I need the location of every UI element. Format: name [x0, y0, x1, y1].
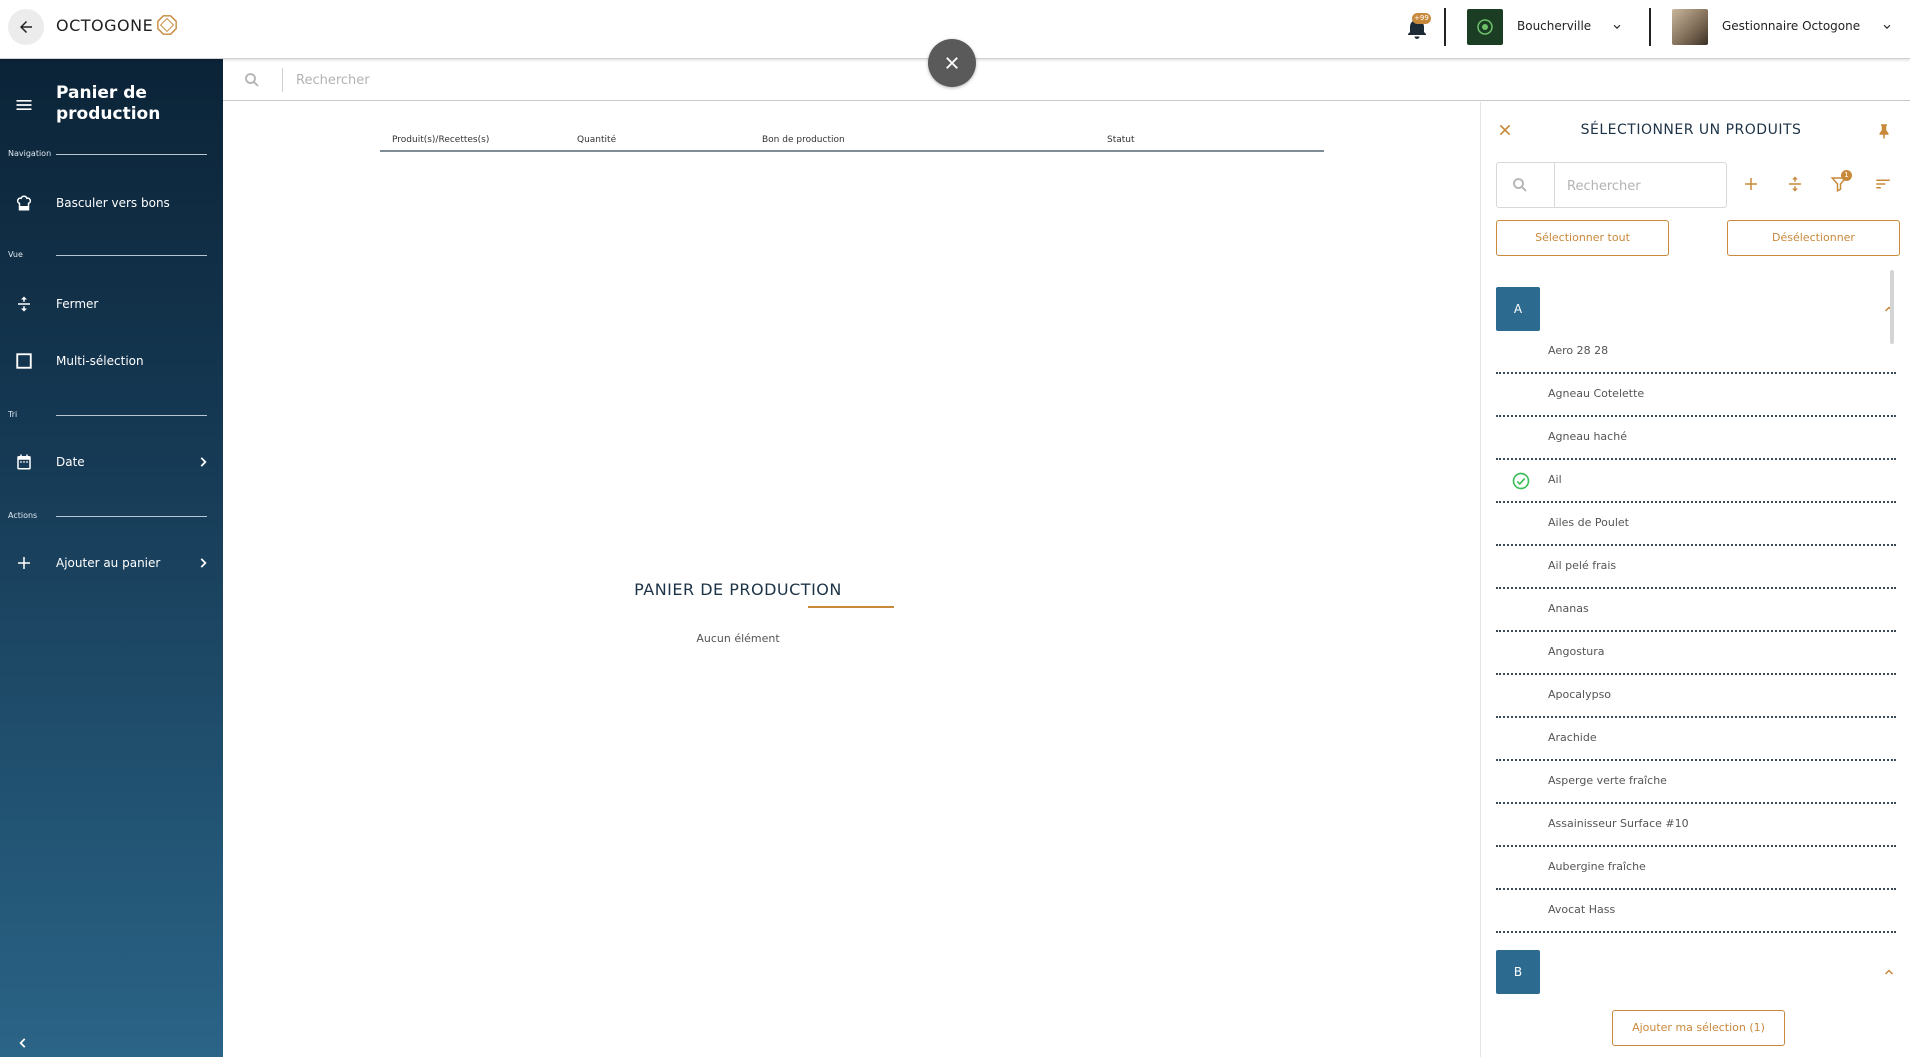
column-header-quantite[interactable]: Quantité — [577, 135, 616, 145]
sidebar-item-fermer[interactable]: Fermer — [0, 284, 223, 324]
group-letter: A — [1496, 287, 1540, 331]
divider — [1444, 8, 1446, 46]
sidebar-item-label: Fermer — [56, 297, 99, 311]
checkbox-icon — [14, 351, 34, 371]
column-header-statut[interactable]: Statut — [1107, 135, 1135, 145]
list-item[interactable]: Apocalypso — [1496, 675, 1896, 718]
sort-button[interactable] — [1870, 171, 1896, 197]
search-icon — [245, 73, 259, 87]
divider — [1649, 8, 1651, 46]
group-header-a[interactable]: A — [1496, 287, 1896, 331]
search-bar — [223, 59, 1910, 101]
add-selection-button[interactable]: Ajouter ma sélection (1) — [1612, 1010, 1785, 1046]
section-vue: Vue — [0, 248, 223, 262]
back-button[interactable] — [8, 9, 44, 45]
list-item[interactable]: Agneau Cotelette — [1496, 374, 1896, 417]
location-emblem-icon — [1477, 19, 1493, 35]
list-item[interactable]: Asperge verte fraîche — [1496, 761, 1896, 804]
close-button[interactable] — [928, 39, 976, 87]
chevron-right-icon — [200, 558, 207, 568]
sidebar-item-basculer-vers-bons[interactable]: Basculer vers bons — [0, 183, 223, 223]
sort-icon — [1876, 179, 1890, 189]
list-item[interactable]: Aubergine fraîche — [1496, 847, 1896, 890]
search-icon — [1513, 178, 1527, 192]
notification-badge: +99 — [1412, 13, 1431, 24]
sidebar-item-label: Date — [56, 455, 85, 469]
sidebar-item-label: Multi-sélection — [56, 354, 144, 368]
empty-state-subtitle: Aucun élément — [696, 632, 780, 645]
collapse-groups-button[interactable] — [1782, 171, 1808, 197]
sidebar-item-label: Basculer vers bons — [56, 196, 170, 210]
collapse-vertical-icon — [14, 294, 34, 314]
panel-search-input[interactable] — [1567, 176, 1717, 196]
pin-icon[interactable] — [1875, 121, 1893, 141]
brand-name: OCTOGONE — [56, 15, 154, 35]
sidebar-item-multi-selection[interactable]: Multi-sélection — [0, 341, 223, 381]
plus-icon — [1745, 178, 1757, 190]
sidebar-item-ajouter-au-panier[interactable]: Ajouter au panier — [0, 543, 223, 583]
section-label: Tri — [8, 410, 18, 419]
list-item[interactable]: Ail pelé frais — [1496, 546, 1896, 589]
column-header-bon-de-production[interactable]: Bon de production — [762, 135, 845, 145]
avatar[interactable] — [1672, 9, 1708, 45]
section-tri: Tri — [0, 408, 223, 422]
sidebar-item-label: Ajouter au panier — [56, 556, 161, 570]
list-item[interactable]: Ananas — [1496, 589, 1896, 632]
octagon-logo-icon — [157, 15, 178, 35]
table-header: Produit(s)/Recettes(s) Quantité Bon de p… — [380, 132, 1324, 152]
list-item[interactable]: Arachide — [1496, 718, 1896, 761]
title-underline — [808, 606, 894, 608]
product-selection-panel: SÉLECTIONNER UN PRODUITS Sélectionner to… — [1480, 102, 1910, 1057]
calendar-icon — [14, 452, 34, 472]
location-selector[interactable]: Boucherville — [1517, 19, 1591, 33]
chevron-up-icon — [1884, 969, 1894, 975]
close-icon — [946, 57, 958, 69]
section-label: Navigation — [8, 149, 52, 158]
sidebar: Panier de production Navigation Basculer… — [0, 59, 223, 1057]
section-label: Actions — [8, 511, 38, 520]
divider — [282, 68, 283, 92]
hamburger-menu-icon[interactable] — [14, 95, 34, 115]
panel-title: SÉLECTIONNER UN PRODUITS — [1580, 122, 1802, 138]
list-item-selected[interactable]: Ail — [1496, 460, 1896, 503]
section-actions: Actions — [0, 509, 223, 523]
group-header-b[interactable]: B — [1496, 950, 1896, 994]
chevron-down-icon[interactable] — [1610, 20, 1624, 34]
filter-count-badge: 1 — [1841, 170, 1852, 181]
chevron-down-icon[interactable] — [1880, 20, 1894, 34]
list-item[interactable]: Assainisseur Surface #10 — [1496, 804, 1896, 847]
location-logo — [1467, 9, 1503, 45]
scrollbar[interactable] — [1890, 270, 1894, 344]
collapse-vertical-icon — [1789, 176, 1801, 192]
collapse-sidebar-icon[interactable] — [16, 1035, 30, 1051]
list-item[interactable]: Angostura — [1496, 632, 1896, 675]
main-content: Produit(s)/Recettes(s) Quantité Bon de p… — [223, 59, 1910, 1057]
add-product-button[interactable] — [1738, 171, 1764, 197]
brand-logo[interactable]: OCTOGONE — [56, 14, 178, 36]
list-item[interactable]: Avocat Hass — [1496, 890, 1896, 933]
search-input[interactable] — [296, 69, 696, 91]
chevron-right-icon — [200, 457, 207, 467]
arrow-left-icon — [20, 21, 32, 33]
column-header-produits[interactable]: Produit(s)/Recettes(s) — [392, 135, 489, 145]
check-circle-icon — [1512, 472, 1530, 490]
select-all-button[interactable]: Sélectionner tout — [1496, 220, 1669, 256]
product-list: A Aero 28 28 Agneau Cotelette Agneau hac… — [1496, 274, 1896, 994]
empty-state-title: PANIER DE PRODUCTION — [634, 580, 842, 599]
list-item[interactable]: Agneau haché — [1496, 417, 1896, 460]
user-menu[interactable]: Gestionnaire Octogone — [1722, 19, 1860, 33]
sidebar-item-date[interactable]: Date — [0, 442, 223, 482]
group-letter: B — [1496, 950, 1540, 994]
page-title: Panier de production — [56, 83, 161, 124]
list-item[interactable]: Aero 28 28 — [1496, 331, 1896, 374]
section-label: Vue — [8, 250, 23, 259]
panel-search — [1496, 162, 1727, 208]
divider — [1554, 163, 1555, 207]
plus-icon — [14, 553, 34, 573]
list-item[interactable]: Ailes de Poulet — [1496, 503, 1896, 546]
deselect-button[interactable]: Désélectionner — [1727, 220, 1900, 256]
section-navigation: Navigation — [0, 147, 223, 161]
chef-hat-icon — [14, 193, 34, 213]
